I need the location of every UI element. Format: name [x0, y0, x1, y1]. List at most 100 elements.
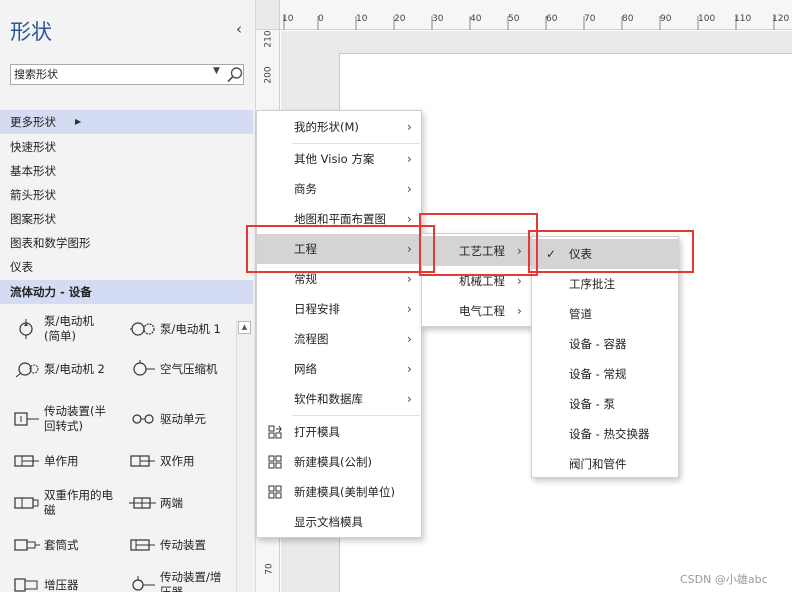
ruler-tick-label: 30 [432, 14, 444, 24]
category-label: 箭头形状 [10, 188, 56, 202]
pump-simple-icon [19, 319, 33, 339]
menu-item-process-annotations[interactable]: 工序批注 [532, 269, 678, 299]
ruler-tick-label: 60 [546, 14, 558, 24]
menu-item-mechanical-engineering[interactable]: 机械工程 › [422, 266, 532, 296]
menu-item-equipment-pumps[interactable]: 设备 - 泵 [532, 389, 678, 419]
menu-item-equipment-general[interactable]: 设备 - 常规 [532, 359, 678, 389]
new-stencil-icon [268, 455, 282, 469]
open-stencil-icon [268, 425, 282, 439]
menu-item-equipment-vessels[interactable]: 设备 - 容器 [532, 329, 678, 359]
ruler-tick-label: 200 [263, 66, 274, 84]
cylinder-icon [130, 539, 155, 551]
collapse-panel-icon[interactable]: ‹ [236, 20, 242, 38]
menu-item-valves-fittings[interactable]: 阀门和管件 [532, 449, 678, 479]
menu-item-label: 工序批注 [569, 277, 615, 291]
ruler-tick-label: 70 [264, 563, 275, 575]
menu-item-show-document-stencil[interactable]: 显示文档模具 [257, 507, 421, 537]
chevron-right-icon: › [407, 152, 412, 166]
chevron-right-icon: › [407, 182, 412, 196]
drive-unit-icon [132, 414, 154, 424]
category-pattern-shapes[interactable]: 图案形状 [0, 207, 253, 231]
menu-item-new-stencil-metric[interactable]: 新建模具(公制) [257, 447, 421, 477]
shape-label: 泵/电动机 1 [160, 321, 221, 336]
menu-item-label: 机械工程 [459, 274, 505, 288]
menu-item-label: 流程图 [294, 332, 329, 346]
menu-item-label: 打开模具 [294, 425, 340, 439]
booster-icon [14, 578, 38, 592]
process-engineering-submenu: ✓ 仪表 工序批注 管道 设备 - 容器 设备 - 常规 设备 - 泵 设备 -… [531, 236, 679, 478]
menu-item-label: 设备 - 容器 [569, 337, 627, 351]
shape-label: 两端 [160, 495, 183, 510]
category-more-shapes[interactable]: 更多形状 ▶ [0, 110, 253, 134]
shape-label: 空气压缩机 [160, 361, 218, 376]
ruler-tick-label: 100 [698, 14, 716, 24]
menu-item-label: 常规 [294, 272, 317, 286]
shape-label: 增压器 [44, 577, 79, 592]
shape-label: 双重作用的电 磁 [44, 488, 113, 517]
shape-double-acting[interactable]: 双作用 [128, 444, 195, 478]
shape-single-acting[interactable]: 单作用 [12, 444, 79, 478]
category-instruments[interactable]: 仪表 [0, 255, 253, 279]
menu-item-software-database[interactable]: 软件和数据库 › [257, 384, 421, 414]
menu-item-maps-floorplans[interactable]: 地图和平面布置图 › [257, 204, 421, 234]
chevron-down-icon[interactable]: ▼ [213, 66, 220, 76]
shape-double-solenoid[interactable]: 双重作用的电 磁 [12, 486, 113, 520]
shapes-panel: 形状 ‹ ▼ 更多形状 ▶ 快速形状 基本形状 箭头形状 图案形状 图表和数学图… [0, 0, 256, 592]
shape-actuator-booster[interactable]: 传动装置/增 压器 [128, 568, 221, 592]
menu-item-network[interactable]: 网络 › [257, 354, 421, 384]
menu-item-new-stencil-us[interactable]: 新建模具(美制单位) [257, 477, 421, 507]
menu-item-open-stencil[interactable]: 打开模具 [257, 417, 421, 447]
shape-actuator-semi-rotary[interactable]: 传动装置(半 回转式) [12, 402, 106, 436]
menu-item-general[interactable]: 常规 › [257, 264, 421, 294]
category-quick-shapes[interactable]: 快速形状 [0, 135, 253, 159]
menu-item-engineering[interactable]: 工程 › [257, 234, 421, 264]
menu-item-other-visio[interactable]: 其他 Visio 方案 › [257, 144, 421, 174]
more-shapes-menu: 我的形状(M) › 其他 Visio 方案 › 商务 › 地图和平面布置图 › … [256, 110, 422, 538]
category-label: 流体动力 - 设备 [10, 285, 92, 299]
menu-item-process-engineering[interactable]: 工艺工程 › [422, 236, 532, 266]
menu-item-schedule[interactable]: 日程安排 › [257, 294, 421, 324]
shape-pump-simple[interactable]: 泵/电动机 (简单) [12, 312, 94, 346]
menu-item-pipelines[interactable]: 管道 [532, 299, 678, 329]
menu-item-instruments[interactable]: ✓ 仪表 [532, 239, 678, 269]
search-input[interactable] [11, 65, 207, 84]
ruler-tick-label: 120 [772, 14, 790, 24]
shape-pump-motor-1[interactable]: 泵/电动机 1 [128, 312, 221, 346]
shape-label: 单作用 [44, 453, 79, 468]
shape-pump-motor-2[interactable]: 泵/电动机 2 [12, 352, 105, 386]
cylinder-icon [129, 497, 156, 509]
menu-item-electrical-engineering[interactable]: 电气工程 › [422, 296, 532, 326]
stencil-scrollbar[interactable]: ▲ [236, 320, 252, 592]
chevron-right-icon: ▶ [75, 117, 82, 126]
actuator-icon [14, 412, 39, 426]
menu-item-my-shapes[interactable]: 我的形状(M) › [257, 112, 421, 142]
shape-air-compressor[interactable]: 空气压缩机 [128, 352, 218, 386]
chevron-right-icon: › [407, 332, 412, 346]
chevron-right-icon: › [407, 302, 412, 316]
shape-telescopic[interactable]: 套筒式 [12, 528, 79, 562]
panel-title: 形状 [10, 20, 52, 44]
menu-item-label: 新建模具(公制) [294, 455, 372, 469]
scroll-up-icon[interactable]: ▲ [238, 321, 251, 334]
menu-item-equipment-heat-exchangers[interactable]: 设备 - 热交换器 [532, 419, 678, 449]
pump-motor-icon [130, 322, 155, 336]
category-fluid-power[interactable]: 流体动力 - 设备 [0, 280, 253, 304]
menu-item-business[interactable]: 商务 › [257, 174, 421, 204]
category-basic-shapes[interactable]: 基本形状 [0, 159, 253, 183]
ruler-tick-label: 10 [282, 14, 294, 24]
shape-double-end[interactable]: 两端 [128, 486, 183, 520]
search-icon[interactable] [226, 66, 244, 84]
ruler-tick-label: 70 [584, 14, 596, 24]
shape-booster[interactable]: 增压器 [12, 568, 79, 592]
ruler-tick-label: 10 [356, 14, 368, 24]
menu-item-flowchart[interactable]: 流程图 › [257, 324, 421, 354]
category-arrow-shapes[interactable]: 箭头形状 [0, 183, 253, 207]
category-label: 仪表 [10, 260, 33, 274]
menu-item-label: 管道 [569, 307, 592, 321]
shape-label: 传动装置(半 回转式) [44, 404, 106, 433]
category-charts-math[interactable]: 图表和数学图形 [0, 231, 253, 255]
chevron-right-icon: › [407, 212, 412, 226]
shape-actuator[interactable]: 传动装置 [128, 528, 206, 562]
shape-drive-unit[interactable]: 驱动单元 [128, 402, 206, 436]
shape-label: 泵/电动机 (简单) [44, 314, 94, 343]
